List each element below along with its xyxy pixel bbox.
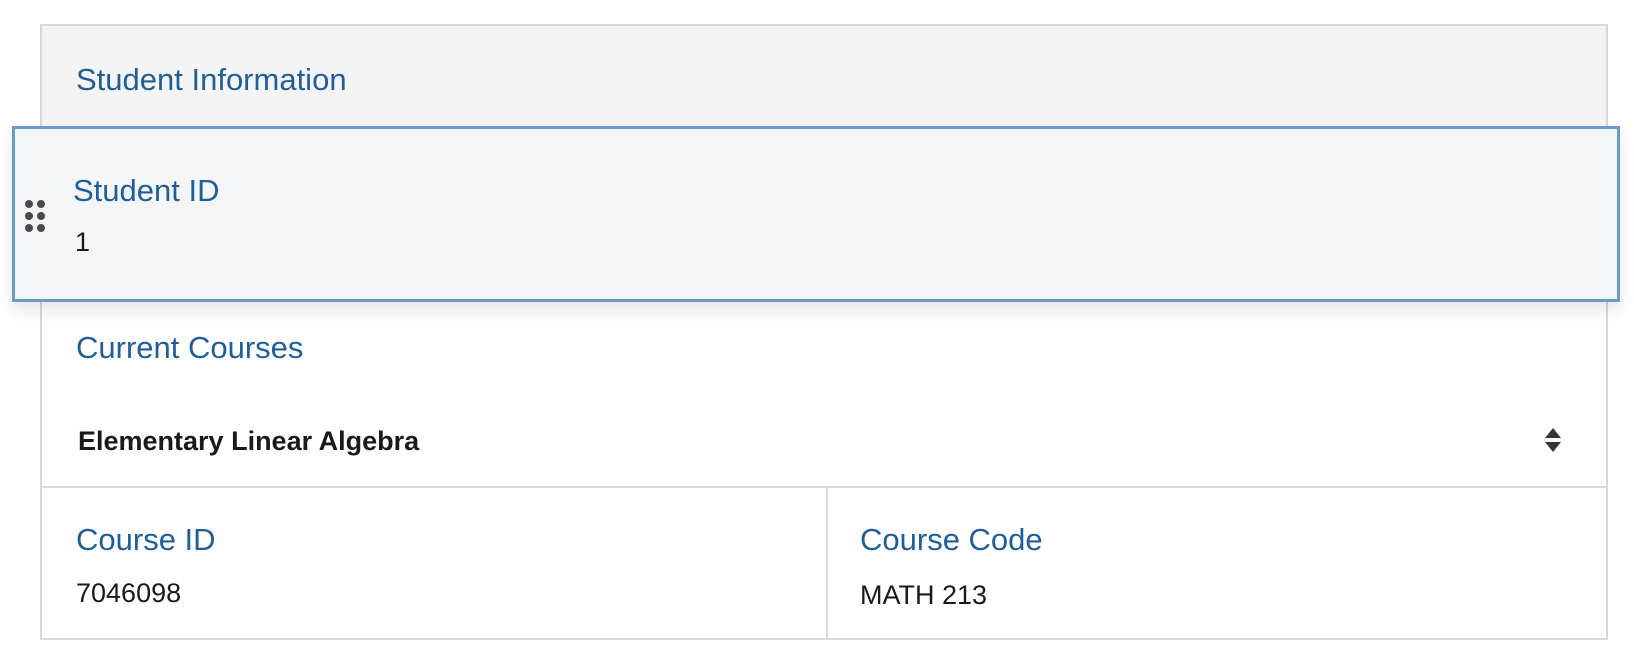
selected-course-value: Elementary Linear Algebra xyxy=(78,426,420,456)
student-information-panel: Student Information Current Courses Elem… xyxy=(40,24,1608,640)
column-divider xyxy=(826,488,828,638)
current-courses-select[interactable]: Elementary Linear Algebra xyxy=(74,412,1604,468)
student-id-value: 1 xyxy=(75,227,91,257)
current-courses-label: Current Courses xyxy=(76,330,304,365)
drag-handle-icon[interactable] xyxy=(23,199,47,233)
student-id-label: Student ID xyxy=(73,173,220,208)
divider xyxy=(42,486,1606,488)
panel-header: Student Information xyxy=(42,26,1606,130)
sort-arrows-icon xyxy=(1544,427,1562,453)
course-id-label: Course ID xyxy=(76,522,216,557)
course-code-label: Course Code xyxy=(860,522,1043,557)
course-code-value: MATH 213 xyxy=(860,580,988,610)
course-id-value: 7046098 xyxy=(76,578,182,608)
panel-title: Student Information xyxy=(76,62,347,97)
student-id-field-dragging[interactable]: Student ID 1 xyxy=(12,126,1620,302)
